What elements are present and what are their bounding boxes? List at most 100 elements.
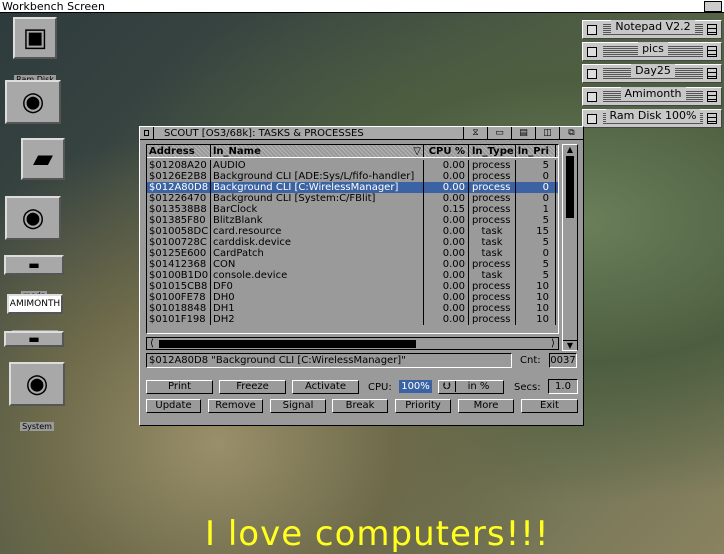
close-gadget[interactable] xyxy=(587,24,597,35)
close-gadget[interactable] xyxy=(587,68,597,79)
cell-type: task xyxy=(469,248,516,259)
iconified-window-title-bar[interactable]: Notepad V2.2 xyxy=(603,19,703,40)
freeze-button[interactable]: Freeze xyxy=(219,380,286,394)
scroll-left-arrow-icon[interactable]: ⟨ xyxy=(147,338,157,349)
task-list[interactable]: Address ln_Name ▽ CPU % ln_Type ln_Pri $0… xyxy=(146,144,559,334)
cell-type: process xyxy=(469,259,516,270)
cell-type: task xyxy=(469,270,516,281)
priority-button[interactable]: Priority xyxy=(395,399,451,413)
window-title: SCOUT [OS3/68k]: TASKS & PROCESSES xyxy=(164,127,364,139)
table-row[interactable]: $0100FE78 DH0 0.00 process 10 xyxy=(147,292,558,303)
desktop-icon-label: System xyxy=(20,422,54,431)
remove-button[interactable]: Remove xyxy=(208,399,263,413)
table-row[interactable]: $01018848 DH1 0.00 process 10 xyxy=(147,303,558,314)
zoom-gadget[interactable] xyxy=(707,68,717,79)
exit-button[interactable]: Exit xyxy=(521,399,578,413)
horizontal-scrollbar[interactable]: ⟨ ⟩ xyxy=(146,337,559,350)
table-row[interactable]: $0125E600 CardPatch 0.00 task 0 xyxy=(147,248,558,259)
iconified-window[interactable]: Notepad V2.2 xyxy=(582,20,722,39)
table-row[interactable]: $0100B1D0 console.device 0.00 task 5 xyxy=(147,270,558,281)
table-row[interactable]: $0101F198 DH2 0.00 process 10 xyxy=(147,314,558,325)
print-button[interactable]: Print xyxy=(146,380,213,394)
scout-window: SCOUT [OS3/68k]: TASKS & PROCESSES ⧖ ▭ ▤… xyxy=(139,126,584,426)
snapshot-gadget[interactable]: ▤ xyxy=(511,127,535,139)
column-address[interactable]: Address xyxy=(147,145,211,157)
table-row[interactable]: $0100728C carddisk.device 0.00 task 5 xyxy=(147,237,558,248)
iconified-window[interactable]: Day25 xyxy=(582,64,722,83)
iconified-window-title: Day25 xyxy=(631,64,675,77)
sort-arrow-icon: ▽ xyxy=(413,146,421,157)
update-button[interactable]: Update xyxy=(146,399,201,413)
close-gadget[interactable] xyxy=(587,46,597,57)
column-type[interactable]: ln_Type xyxy=(469,145,516,157)
window-title-bar[interactable]: SCOUT [OS3/68k]: TASKS & PROCESSES ⧖ ▭ ▤… xyxy=(140,127,583,140)
iconified-window-title-bar[interactable]: Amimonth xyxy=(603,86,703,107)
scroll-right-arrow-icon[interactable]: ⟩ xyxy=(548,338,558,349)
table-row[interactable]: $0126E2B8 Background CLI [ADE:Sys/L/fifo-… xyxy=(147,171,558,182)
iconified-window-title: Amimonth xyxy=(620,87,686,100)
table-row[interactable]: $012A80D8 Background CLI [C:WirelessManag… xyxy=(147,182,558,193)
column-pri[interactable]: ln_Pri xyxy=(516,145,556,157)
screen-title: Workbench Screen xyxy=(2,0,105,13)
cell-pri: 5 xyxy=(516,237,556,248)
horizontal-scroll-knob[interactable] xyxy=(159,340,416,348)
cell-pri: 10 xyxy=(516,303,556,314)
list-header: Address ln_Name ▽ CPU % ln_Type ln_Pri xyxy=(147,145,558,158)
table-row[interactable]: $013538B8 BarClock 0.15 process 1 xyxy=(147,204,558,215)
cell-cpu: 0.00 xyxy=(424,292,469,303)
signal-button[interactable]: Signal xyxy=(270,399,326,413)
zoom-gadget[interactable]: ◫ xyxy=(535,127,559,139)
column-name-label: ln_Name xyxy=(213,146,261,157)
desktop-icon-system[interactable]: ◉ System xyxy=(6,362,68,432)
iconified-window[interactable]: Ram Disk 100% xyxy=(582,109,722,128)
cell-cpu: 0.00 xyxy=(424,182,469,193)
cell-pri: 10 xyxy=(516,281,556,292)
table-row[interactable]: $010058DC card.resource 0.00 task 15 xyxy=(147,226,558,237)
cpu-value: 100% xyxy=(399,380,432,393)
activate-button[interactable]: Activate xyxy=(292,380,359,394)
cell-pri: 10 xyxy=(516,314,556,325)
table-row[interactable]: $01385F80 BlitzBlank 0.00 process 5 xyxy=(147,215,558,226)
iconified-window[interactable]: pics xyxy=(582,42,722,61)
close-gadget[interactable] xyxy=(587,91,597,102)
close-gadget[interactable] xyxy=(587,113,597,124)
cell-name: Background CLI [C:WirelessManager] xyxy=(211,182,424,193)
depth-gadget[interactable]: ⧉ xyxy=(559,127,583,139)
cell-address: $01208A20 xyxy=(147,160,211,171)
vertical-scrollbar[interactable]: ▲ ▼ xyxy=(562,144,578,351)
scroll-down-arrow-icon[interactable]: ▼ xyxy=(563,340,577,350)
iconify-gadget[interactable]: ⧖ xyxy=(463,127,487,139)
minimize-gadget[interactable]: ▭ xyxy=(487,127,511,139)
zoom-gadget[interactable] xyxy=(707,91,717,102)
secs-input[interactable]: 1.0 xyxy=(548,379,578,394)
column-name[interactable]: ln_Name ▽ xyxy=(211,145,424,157)
cpu-mode-cycle[interactable]: ⮋ in % xyxy=(438,380,504,394)
scroll-up-arrow-icon[interactable]: ▲ xyxy=(563,145,577,155)
cell-address: $01385F80 xyxy=(147,215,211,226)
zoom-gadget[interactable] xyxy=(707,24,717,35)
cell-address: $0100728C xyxy=(147,237,211,248)
iconified-window-title-bar[interactable]: Day25 xyxy=(603,63,703,84)
table-row[interactable]: $01015CB8 DF0 0.00 process 10 xyxy=(147,281,558,292)
cell-type: process xyxy=(469,303,516,314)
more-button[interactable]: More xyxy=(458,399,514,413)
screen-depth-gadget[interactable] xyxy=(704,1,722,12)
iconified-window[interactable]: Amimonth xyxy=(582,87,722,106)
zoom-gadget[interactable] xyxy=(707,113,717,124)
zoom-gadget[interactable] xyxy=(707,46,717,57)
break-button[interactable]: Break xyxy=(332,399,388,413)
table-row[interactable]: $01412368 CON 0.00 process 5 xyxy=(147,259,558,270)
desktop-icon-ram-disk[interactable]: ▣Ram Disk xyxy=(4,17,66,85)
cell-pri: 5 xyxy=(516,259,556,270)
table-row[interactable]: $01226470 Background CLI [System:C/FBlit]… xyxy=(147,193,558,204)
close-gadget[interactable] xyxy=(140,127,154,139)
table-row[interactable]: $01208A20 AUDIO 0.00 process 5 xyxy=(147,160,558,171)
iconified-window-title-bar[interactable]: Ram Disk 100% xyxy=(603,108,703,129)
iconified-window-title-bar[interactable]: pics xyxy=(603,41,703,62)
cell-address: $0101F198 xyxy=(147,314,211,325)
cell-cpu: 0.00 xyxy=(424,281,469,292)
vertical-scroll-knob[interactable] xyxy=(566,156,574,218)
cell-address: $01015CB8 xyxy=(147,281,211,292)
column-cpu[interactable]: CPU % xyxy=(424,145,469,157)
cell-type: process xyxy=(469,160,516,171)
